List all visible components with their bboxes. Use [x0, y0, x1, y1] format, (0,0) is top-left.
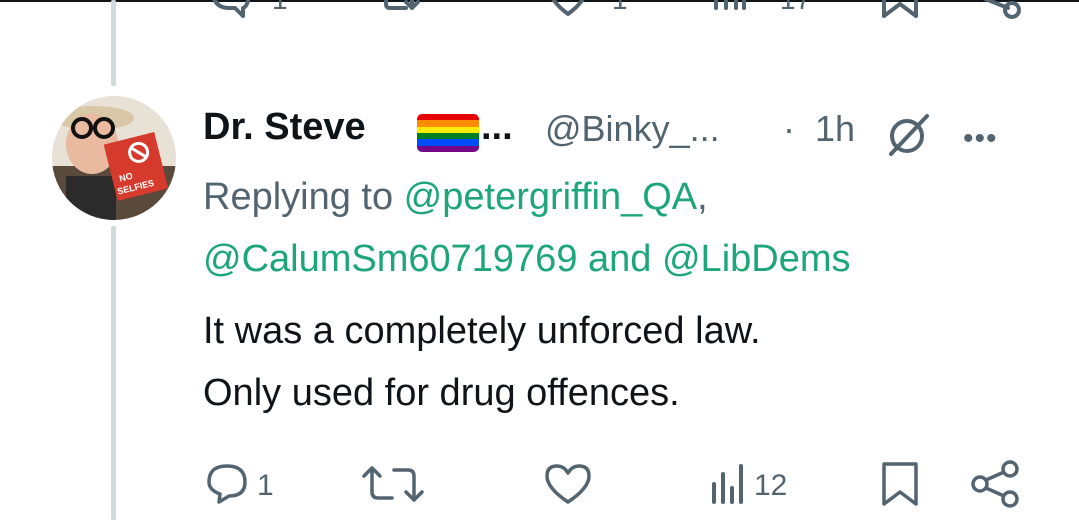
- bookmark-icon[interactable]: [880, 0, 920, 20]
- views-icon[interactable]: [710, 0, 750, 18]
- timestamp[interactable]: 1h: [815, 108, 855, 150]
- share-icon[interactable]: [970, 0, 1024, 20]
- retweet-icon[interactable]: [382, 0, 432, 18]
- replying-prefix: Replying to: [203, 176, 404, 218]
- like-button[interactable]: [543, 456, 593, 516]
- rainbow-flag-emoji: [417, 114, 479, 152]
- replying-to-line: Replying to @petergriffin_QA,: [203, 166, 708, 228]
- previous-tweet-actions: 1 1 17: [0, 0, 1079, 24]
- comma: ,: [697, 176, 708, 218]
- replying-to-line-2: @CalumSm60719769 and @LibDems: [203, 228, 851, 290]
- views-button[interactable]: 12: [708, 456, 787, 516]
- retweet-icon: [358, 462, 428, 511]
- tweet-actions: 1 12: [0, 456, 1079, 516]
- reply-count: 1: [257, 469, 274, 502]
- avatar[interactable]: NO SELFIES: [52, 96, 176, 220]
- like-count: 1: [612, 0, 628, 16]
- bookmark-icon: [880, 460, 920, 513]
- dot-separator: ·: [783, 108, 795, 149]
- retweet-button[interactable]: [358, 456, 428, 516]
- body-line-2: Only used for drug offences.: [203, 372, 680, 414]
- like-icon: [543, 462, 593, 511]
- share-button[interactable]: [970, 456, 1022, 516]
- author-name[interactable]: Dr. Steve: [203, 106, 366, 149]
- verified-icon: [883, 110, 935, 163]
- reply-icon[interactable]: [209, 0, 253, 18]
- reply-button[interactable]: 1: [205, 456, 274, 516]
- more-icon[interactable]: •••: [963, 122, 998, 156]
- author-handle[interactable]: @Binky_...: [545, 108, 720, 150]
- tweet-body: It was a completely unforced law. Only u…: [203, 300, 1063, 424]
- name-ellipsis: ...: [481, 106, 513, 148]
- body-line-1: It was a completely unforced law.: [203, 310, 761, 352]
- bookmark-button[interactable]: [880, 456, 920, 516]
- mention-libdems[interactable]: @LibDems: [662, 238, 851, 280]
- like-icon[interactable]: [544, 0, 592, 18]
- reply-count: 1: [272, 0, 288, 16]
- views-count: 12: [754, 469, 788, 502]
- views-count: 17: [780, 0, 811, 16]
- and-text: and: [577, 238, 662, 280]
- reply-icon: [205, 462, 251, 511]
- avatar-image: NO SELFIES: [52, 96, 176, 220]
- share-icon: [970, 459, 1022, 513]
- mention-petergriffin[interactable]: @petergriffin_QA: [404, 176, 697, 218]
- mention-calumsm[interactable]: @CalumSm60719769: [203, 238, 577, 280]
- views-icon: [708, 462, 748, 511]
